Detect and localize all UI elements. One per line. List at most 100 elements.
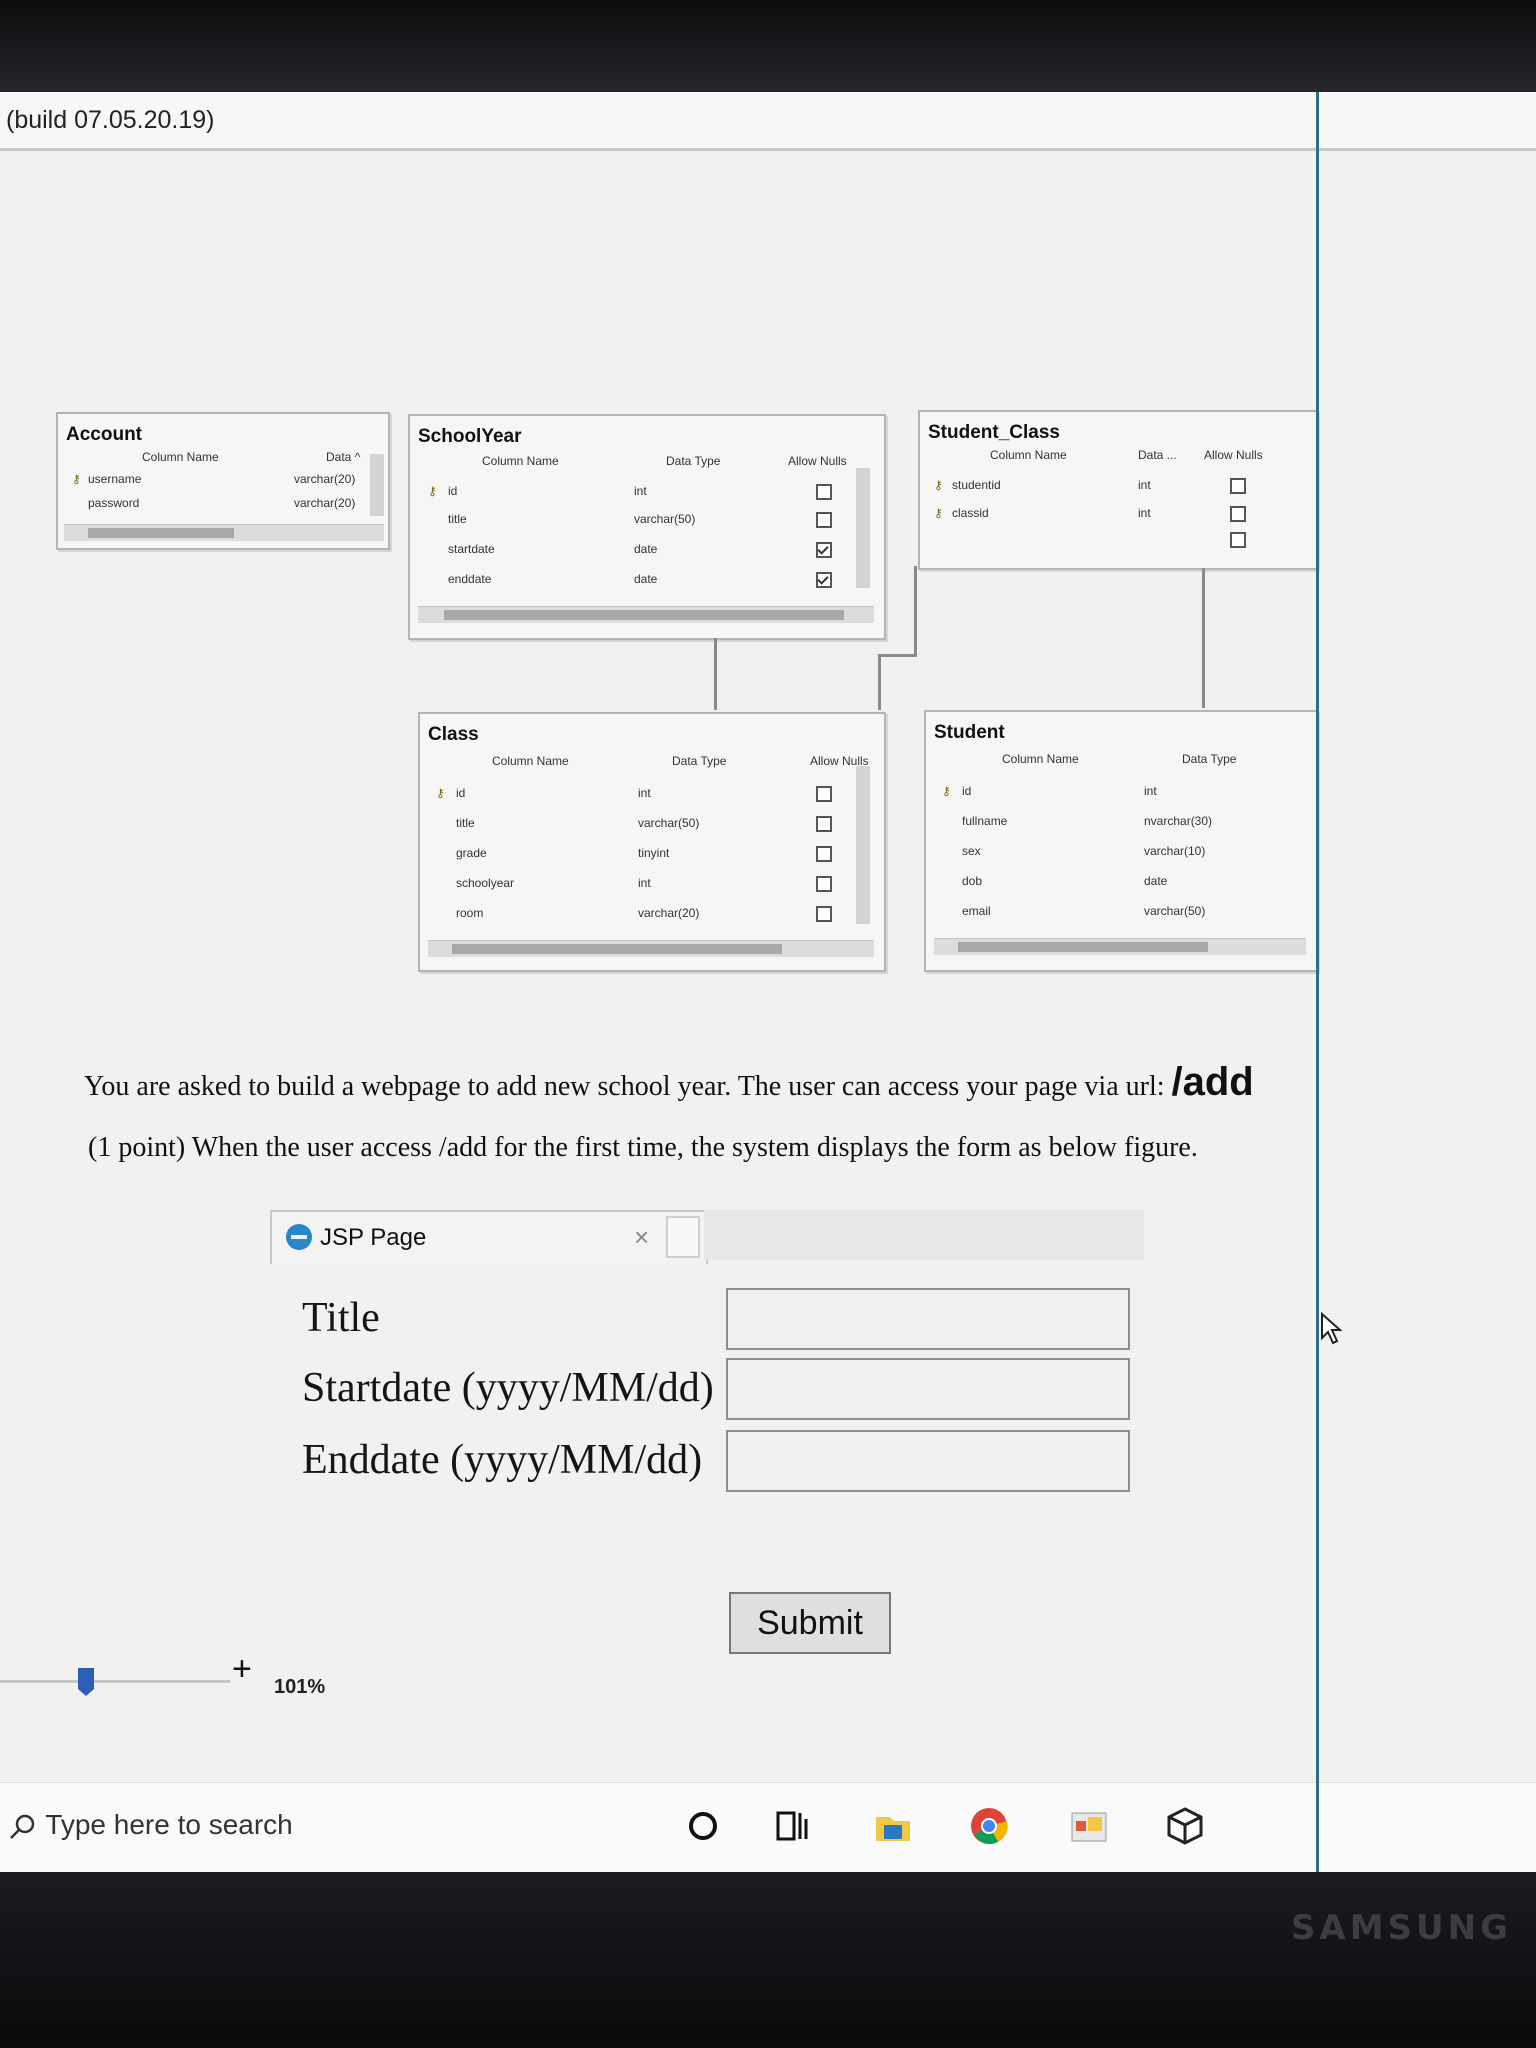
mouse-pointer-icon [1321,1312,1343,1345]
taskbar-search[interactable]: Type here to search [8,1809,293,1842]
table-student-class[interactable]: Student_Class Column Name Data ... Allow… [918,410,1318,570]
monitor-top-bezel [0,0,1536,92]
column-name: grade [456,846,487,860]
chrome-icon[interactable] [966,1803,1012,1849]
column-header: Data ^ [326,450,361,464]
table-title: Student [934,722,1005,743]
column-type: varchar(10) [1144,844,1206,858]
column-name: password [88,496,140,510]
zoom-level: 101% [274,1676,326,1698]
column-name: startdate [448,542,495,556]
column-type: int [638,876,651,890]
tab-title: JSP Page [320,1224,427,1251]
column-header: Allow Nulls [1204,448,1263,462]
column-name: enddate [448,572,492,586]
column-name: room [456,906,484,920]
app-cube-icon[interactable] [1162,1803,1208,1849]
column-name: dob [962,874,983,888]
column-type: tinyint [638,846,670,860]
column-type: varchar(20) [294,496,356,510]
column-name: schoolyear [456,876,515,890]
submit-button[interactable]: Submit [729,1592,891,1654]
allow-nulls-checkbox[interactable] [816,846,832,862]
allow-nulls-checkbox[interactable] [816,876,832,892]
allow-nulls-checkbox[interactable] [1230,506,1246,522]
startdate-label: Startdate (yyyy/MM/dd) [302,1365,714,1411]
column-type: date [634,572,658,586]
question-part1: (1 point) When the user access /add for … [88,1132,1198,1163]
horizontal-scrollbar[interactable] [64,524,384,541]
file-explorer-icon[interactable] [870,1803,916,1849]
allow-nulls-checkbox[interactable] [816,786,832,802]
column-name: studentid [952,478,1001,492]
allow-nulls-checkbox[interactable] [816,572,832,588]
table-class[interactable]: Class Column Name Data Type Allow Nulls … [418,712,886,972]
column-header: Column Name [1002,752,1079,766]
zoom-in-icon[interactable]: + [232,1650,252,1689]
allow-nulls-checkbox[interactable] [816,906,832,922]
allow-nulls-checkbox[interactable] [1230,478,1246,494]
vertical-scrollbar[interactable] [856,766,870,924]
table-student[interactable]: Student Column Name Data Type ⚷ id int f… [924,710,1318,972]
monitor-brand-logo: SAMSUNG [1290,1908,1512,1948]
startdate-input[interactable] [726,1358,1130,1420]
column-type: varchar(50) [634,512,696,526]
column-type: varchar(20) [638,906,700,920]
table-account[interactable]: Account Column Name Data ^ ⚷ username va… [56,412,390,550]
key-icon: ⚷ [428,484,437,498]
task-view-icon[interactable] [770,1803,816,1849]
build-text: (build 07.05.20.19) [6,106,215,134]
column-name: sex [962,844,981,858]
table-schoolyear[interactable]: SchoolYear Column Name Data Type Allow N… [408,414,886,640]
zoom-track[interactable] [0,1680,230,1683]
relationship-line [878,654,881,710]
column-name: id [962,784,972,798]
allow-nulls-checkbox[interactable] [816,484,832,500]
column-name: username [88,472,142,486]
column-name: id [448,484,458,498]
allow-nulls-checkbox[interactable] [816,512,832,528]
close-icon[interactable]: × [634,1222,649,1253]
vertical-scrollbar[interactable] [370,454,384,516]
column-header: Column Name [482,454,559,468]
allow-nulls-checkbox[interactable] [816,816,832,832]
table-title: Class [428,724,479,745]
taskbar: Type here to search [0,1782,1536,1872]
column-header: Column Name [990,448,1067,462]
column-type: nvarchar(30) [1144,814,1213,828]
relationship-line [1202,568,1205,708]
column-type: int [1144,784,1157,798]
allow-nulls-checkbox[interactable] [1230,532,1246,548]
column-type: varchar(50) [1144,904,1206,918]
table-title: SchoolYear [418,426,522,447]
column-name: email [962,904,991,918]
cortana-icon[interactable] [680,1803,726,1849]
title-input[interactable] [726,1288,1130,1350]
question-url: /add [1171,1060,1254,1104]
column-name: title [456,816,475,830]
column-type: int [1138,506,1151,520]
monitor-bottom-bezel [0,1872,1536,2048]
horizontal-scrollbar[interactable] [428,940,874,957]
column-header: Column Name [142,450,219,464]
vertical-scrollbar[interactable] [856,468,870,588]
column-name: fullname [962,814,1008,828]
horizontal-scrollbar[interactable] [418,606,874,623]
store-icon[interactable] [1066,1803,1112,1849]
column-header: Data Type [672,754,727,768]
search-placeholder: Type here to search [45,1809,293,1840]
new-tab-button[interactable] [666,1216,700,1258]
column-name: title [448,512,467,526]
allow-nulls-checkbox[interactable] [816,542,832,558]
key-icon: ⚷ [72,472,81,486]
zoom-slider-thumb[interactable] [78,1668,94,1696]
column-name: classid [952,506,989,520]
enddate-label: Enddate (yyyy/MM/dd) [302,1437,703,1483]
column-header: Column Name [492,754,569,768]
horizontal-scrollbar[interactable] [934,938,1306,955]
question-intro-text: You are asked to build a webpage to add … [84,1071,1165,1102]
browser-tab[interactable]: JSP Page × [270,1210,708,1264]
enddate-input[interactable] [726,1430,1130,1492]
column-type: date [1144,874,1168,888]
relationship-line [714,638,717,710]
